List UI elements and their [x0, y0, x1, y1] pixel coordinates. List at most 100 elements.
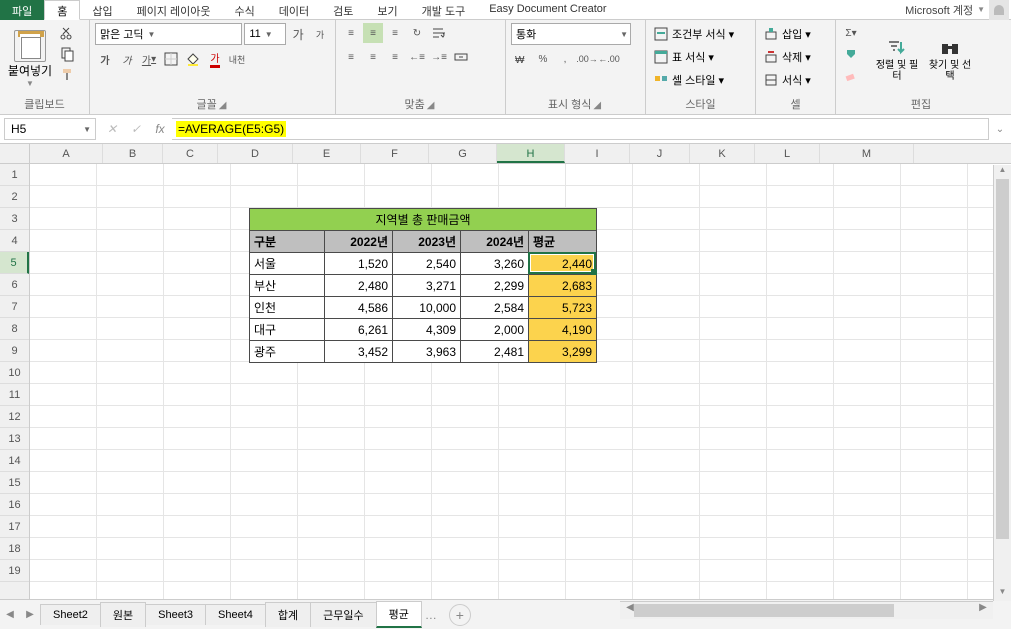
underline-button[interactable]: 가▾ — [139, 49, 159, 69]
layout-tab[interactable]: 페이지 레이아웃 — [125, 0, 223, 20]
column-header[interactable]: F — [361, 144, 429, 163]
row-header[interactable]: 11 — [0, 384, 29, 406]
row-header[interactable]: 13 — [0, 428, 29, 450]
row-header[interactable]: 9 — [0, 340, 29, 362]
currency-button[interactable]: ₩ — [511, 49, 531, 69]
clear-button[interactable] — [841, 65, 861, 85]
row-header[interactable]: 10 — [0, 362, 29, 384]
tab-nav-prev[interactable]: ◀ — [0, 609, 20, 620]
column-header[interactable]: B — [103, 144, 163, 163]
column-header[interactable]: E — [293, 144, 361, 163]
paste-button[interactable]: 붙여넣기 ▼ — [5, 23, 55, 94]
align-left-button[interactable]: ≡ — [341, 47, 361, 67]
cells-canvas[interactable]: 지역별 총 판매금액 구분 2022년 2023년 2024년 평균 서울 1,… — [30, 164, 1011, 599]
row-header[interactable]: 4 — [0, 230, 29, 252]
column-header[interactable]: H — [497, 144, 565, 163]
formula-tab[interactable]: 수식 — [223, 0, 267, 20]
border-button[interactable] — [161, 49, 181, 69]
phonetic-button[interactable]: 내천 — [227, 49, 247, 69]
sheet-tab[interactable]: 근무일수 — [310, 602, 376, 627]
view-tab[interactable]: 보기 — [365, 0, 409, 20]
column-header[interactable]: C — [163, 144, 218, 163]
decrease-decimal-button[interactable]: ←.00 — [599, 49, 619, 69]
find-select-button[interactable]: 찾기 및 선택 — [925, 23, 975, 94]
row-header[interactable]: 1 — [0, 164, 29, 186]
row-header[interactable]: 7 — [0, 296, 29, 318]
column-header[interactable]: I — [565, 144, 630, 163]
column-header[interactable]: K — [690, 144, 755, 163]
row-header[interactable]: 15 — [0, 472, 29, 494]
fill-color-button[interactable] — [183, 49, 203, 69]
indent-increase-button[interactable]: →≡ — [429, 47, 449, 67]
sheet-tab[interactable]: Sheet4 — [205, 604, 266, 625]
sort-filter-button[interactable]: 정렬 및 필터 — [872, 23, 922, 94]
sheet-tab[interactable]: 합계 — [265, 602, 311, 627]
insert-cells-button[interactable]: 삽입▾ — [761, 23, 813, 45]
format-cells-button[interactable]: 서식▾ — [761, 69, 813, 91]
vertical-scrollbar[interactable]: ▲ ▼ — [993, 165, 1011, 601]
name-box[interactable]: H5 ▼ — [4, 118, 96, 140]
font-name-combo[interactable]: 맑은 고딕 ▼ — [95, 23, 242, 45]
file-tab[interactable]: 파일 — [0, 0, 44, 20]
account-area[interactable]: Microsoft 계정 ▼ — [905, 0, 1011, 20]
row-header[interactable]: 18 — [0, 538, 29, 560]
row-header[interactable]: 16 — [0, 494, 29, 516]
cancel-formula-button[interactable]: ✕ — [100, 118, 124, 140]
autosum-button[interactable]: Σ▾ — [841, 23, 861, 43]
review-tab[interactable]: 검토 — [321, 0, 365, 20]
row-header[interactable]: 5 — [0, 252, 29, 274]
font-size-combo[interactable]: 11 ▼ — [244, 23, 286, 45]
row-header[interactable]: 6 — [0, 274, 29, 296]
sheet-tab[interactable]: Sheet3 — [145, 604, 206, 625]
conditional-format-button[interactable]: 조건부 서식▾ — [651, 23, 736, 45]
select-all-corner[interactable] — [0, 144, 30, 163]
cell-styles-button[interactable]: 셀 스타일▾ — [651, 69, 736, 91]
row-header[interactable]: 8 — [0, 318, 29, 340]
tab-nav-next[interactable]: ▶ — [20, 609, 40, 620]
row-header[interactable]: 14 — [0, 450, 29, 472]
row-header[interactable]: 12 — [0, 406, 29, 428]
column-header[interactable]: L — [755, 144, 820, 163]
horizontal-scrollbar[interactable]: ◀ ▶ — [620, 601, 993, 619]
sheet-tab[interactable]: 원본 — [100, 602, 146, 627]
decrease-font-button[interactable]: 가 — [310, 24, 330, 44]
column-header[interactable]: G — [429, 144, 497, 163]
insert-tab[interactable]: 삽입 — [80, 0, 124, 20]
column-header[interactable]: J — [630, 144, 690, 163]
align-center-button[interactable]: ≡ — [363, 47, 383, 67]
formula-input[interactable]: =AVERAGE(E5:G5) — [172, 118, 989, 140]
add-sheet-button[interactable]: + — [449, 604, 471, 626]
align-bottom-button[interactable]: ≡ — [385, 23, 405, 43]
percent-button[interactable]: % — [533, 49, 553, 69]
sheet-tab[interactable]: 평균 — [376, 601, 422, 628]
increase-decimal-button[interactable]: .00→ — [577, 49, 597, 69]
column-header[interactable]: A — [30, 144, 103, 163]
scroll-up-icon[interactable]: ▲ — [994, 165, 1011, 179]
fill-button[interactable] — [841, 44, 861, 64]
column-header[interactable]: D — [218, 144, 293, 163]
indent-decrease-button[interactable]: ←≡ — [407, 47, 427, 67]
home-tab[interactable]: 홈 — [44, 0, 80, 20]
format-table-button[interactable]: 표 서식▾ — [651, 46, 736, 68]
scroll-right-icon[interactable]: ▶ — [973, 602, 993, 613]
format-painter-button[interactable] — [58, 65, 78, 85]
font-color-button[interactable]: 가 — [205, 49, 225, 69]
bold-button[interactable]: 가 — [95, 49, 115, 69]
addin-tab[interactable]: Easy Document Creator — [477, 0, 618, 20]
dialog-launcher-icon[interactable]: ◢ — [217, 100, 229, 111]
fx-button[interactable]: fx — [148, 118, 172, 140]
enter-formula-button[interactable]: ✓ — [124, 118, 148, 140]
row-header[interactable]: 3 — [0, 208, 29, 230]
merge-button[interactable] — [451, 47, 471, 67]
italic-button[interactable]: 가 — [117, 49, 137, 69]
dialog-launcher-icon[interactable]: ◢ — [591, 100, 603, 111]
column-header[interactable]: M — [820, 144, 914, 163]
orientation-button[interactable]: ↻ — [407, 23, 427, 43]
align-right-button[interactable]: ≡ — [385, 47, 405, 67]
data-tab[interactable]: 데이터 — [267, 0, 321, 20]
tab-overflow[interactable]: … — [421, 608, 441, 622]
copy-button[interactable] — [58, 44, 78, 64]
row-header[interactable]: 19 — [0, 560, 29, 582]
delete-cells-button[interactable]: 삭제▾ — [761, 46, 813, 68]
expand-formula-button[interactable]: ⌄ — [989, 124, 1011, 135]
